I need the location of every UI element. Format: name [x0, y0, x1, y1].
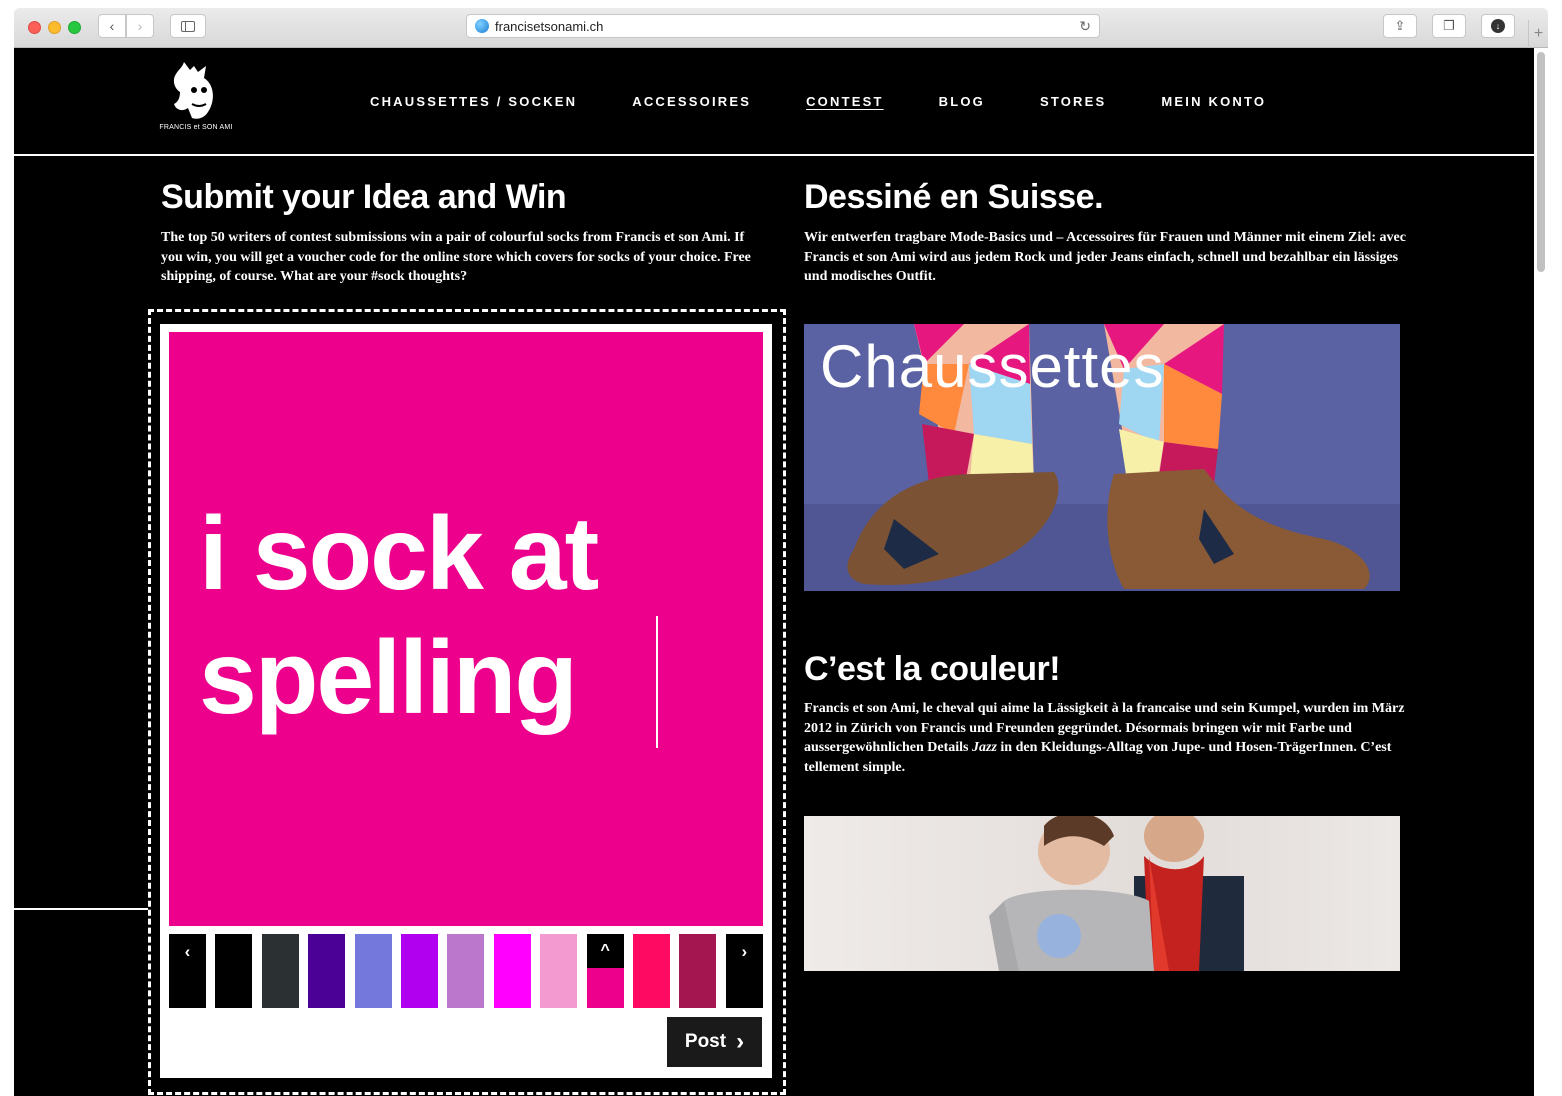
post-button[interactable]: Post › [667, 1017, 762, 1067]
reload-icon[interactable]: ↻ [1079, 18, 1091, 35]
contest-description: The top 50 writers of contest submission… [161, 230, 751, 284]
section-title-dessine: Dessiné en Suisse. [804, 178, 1104, 216]
zoom-window-button[interactable] [68, 21, 81, 34]
divider-line [14, 908, 148, 910]
nav-item-contest[interactable]: CONTEST [806, 94, 884, 109]
chevron-right-icon: › [741, 942, 748, 961]
chevron-right-icon: › [137, 18, 143, 34]
page-viewport: FRANCIS et SON AMI CHAUSSETTES / SOCKEN … [14, 48, 1548, 1096]
design-text-line-1: i sock at [199, 496, 599, 612]
models-photo[interactable] [804, 816, 1400, 971]
logo-wordmark: FRANCIS et SON AMI [159, 124, 233, 131]
site-logo[interactable]: FRANCIS et SON AMI [154, 56, 238, 136]
nav-item-stores[interactable]: STORES [1040, 94, 1106, 109]
chevron-left-icon: ‹ [184, 942, 191, 961]
show-tabs-button[interactable]: ❐ [1432, 14, 1466, 38]
share-button[interactable]: ⇪ [1383, 14, 1417, 38]
text-cursor [656, 616, 658, 748]
sidebar-icon [181, 20, 195, 32]
swatches-next-button[interactable]: › [725, 934, 763, 1008]
scrollbar-thumb[interactable] [1537, 52, 1545, 272]
design-canvas[interactable]: i sock at spelling [169, 332, 763, 926]
sock-designer: i sock at spelling ‹ ^ › Post › [160, 324, 772, 1078]
models-illustration [989, 816, 1244, 971]
post-label: Post [684, 1031, 727, 1052]
url-text: francisetsonami.ch [495, 18, 604, 34]
design-text-editor[interactable]: i sock at spelling [199, 492, 739, 740]
section-title-couleur: C’est la couleur! [804, 650, 1061, 688]
color-swatch[interactable] [447, 934, 485, 1008]
socks-photo[interactable]: Chaussettes [804, 324, 1400, 591]
color-swatch[interactable] [540, 934, 578, 1008]
back-button[interactable]: ‹ [98, 14, 126, 38]
color-swatch[interactable] [261, 934, 299, 1008]
horse-logo-icon [173, 62, 213, 119]
new-tab-button[interactable]: + [1528, 20, 1548, 48]
nav-item-chaussettes[interactable]: CHAUSSETTES / SOCKEN [370, 94, 577, 109]
browser-toolbar: ‹ › francisetsonami.ch ↻ ⇪ ❐ ↓ + [14, 8, 1548, 48]
address-bar[interactable]: francisetsonami.ch ↻ [466, 14, 1100, 38]
section-body-jazz: Jazz [972, 740, 997, 755]
color-swatch[interactable] [493, 934, 531, 1008]
photo-caption-chaussettes: Chaussettes [820, 333, 1165, 400]
color-swatch[interactable] [633, 934, 671, 1008]
tabs-icon: ❐ [1443, 18, 1455, 33]
color-swatch[interactable] [679, 934, 717, 1008]
nav-item-accessoires[interactable]: ACCESSOIRES [632, 94, 751, 109]
plus-icon: + [1533, 25, 1544, 42]
site-header: FRANCIS et SON AMI CHAUSSETTES / SOCKEN … [14, 48, 1534, 156]
sidebar-toggle-button[interactable] [170, 14, 206, 38]
nav-item-mein-konto[interactable]: MEIN KONTO [1161, 94, 1266, 109]
swatches-prev-button[interactable]: ‹ [169, 934, 206, 1008]
chevron-up-icon: ^ [586, 934, 624, 968]
minimize-window-button[interactable] [48, 21, 61, 34]
globe-icon [475, 19, 489, 33]
close-window-button[interactable] [28, 21, 41, 34]
color-swatch[interactable] [308, 934, 346, 1008]
color-swatch-selected[interactable]: ^ [586, 934, 624, 1008]
page-scrollbar[interactable] [1534, 48, 1548, 1096]
color-swatch[interactable] [354, 934, 392, 1008]
color-picker: ‹ ^ › [169, 934, 763, 1008]
downloads-button[interactable]: ↓ [1481, 14, 1515, 38]
color-swatch[interactable] [215, 934, 253, 1008]
color-swatch[interactable] [401, 934, 439, 1008]
main-nav: CHAUSSETTES / SOCKEN ACCESSOIRES CONTEST… [370, 94, 1321, 109]
chevron-right-icon: › [736, 1028, 745, 1055]
section-body-couleur: Francis et son Ami, le cheval qui aime l… [804, 699, 1414, 777]
forward-button[interactable]: › [126, 14, 154, 38]
chevron-left-icon: ‹ [109, 18, 115, 34]
contest-title: Submit your Idea and Win [161, 178, 567, 216]
design-text-line-2: spelling [199, 620, 578, 736]
nav-item-blog[interactable]: BLOG [939, 94, 985, 109]
share-icon: ⇪ [1394, 18, 1406, 33]
section-body-dessine: Wir entwerfen tragbare Mode-Basics und –… [804, 230, 1406, 284]
download-icon: ↓ [1491, 19, 1505, 33]
